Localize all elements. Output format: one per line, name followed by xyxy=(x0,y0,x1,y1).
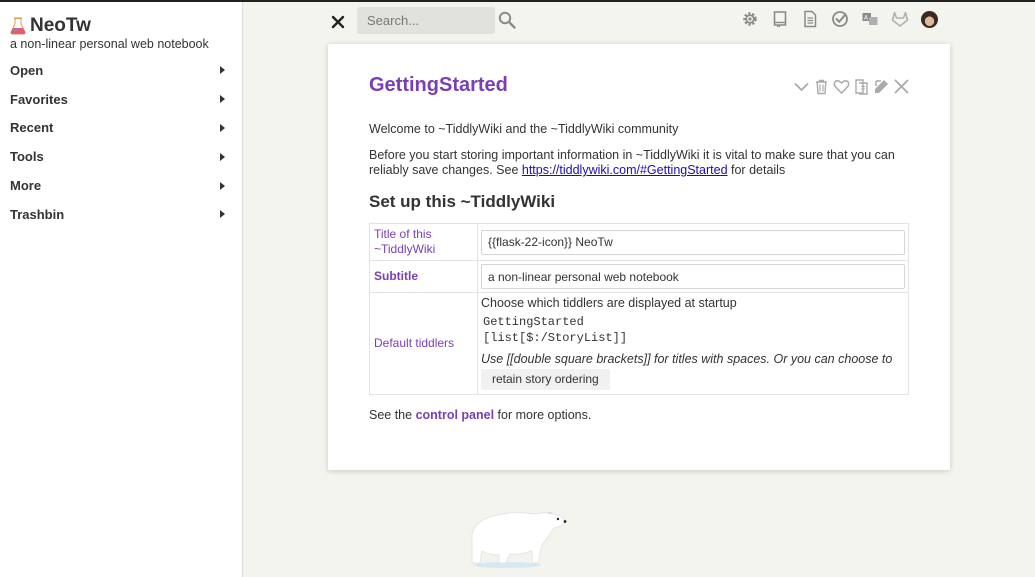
table-row: Default tiddlers Choose which tiddlers a… xyxy=(369,292,909,395)
default-tiddler-line[interactable]: [list[$:/StoryList]] xyxy=(481,330,905,346)
caret-right-icon xyxy=(220,152,225,161)
control-panel-link[interactable]: control panel xyxy=(416,408,494,422)
app-title: NeoTw xyxy=(30,15,91,36)
title-label: Title of this ~TiddlyWiki xyxy=(369,223,478,261)
sidebar-item-label: Open xyxy=(10,62,44,78)
default-tiddlers-label: Default tiddlers xyxy=(369,292,478,395)
subtitle-cell xyxy=(477,260,909,293)
default-tiddlers-description: Choose which tiddlers are displayed at s… xyxy=(481,296,737,310)
app-subtitle: a non-linear personal web notebook xyxy=(10,37,209,51)
language-icon[interactable]: A xyxy=(861,10,879,28)
delete-trash-icon[interactable] xyxy=(813,78,830,95)
sidebar-item-open[interactable]: Open xyxy=(0,56,243,85)
caret-right-icon xyxy=(220,123,225,132)
settings-table: Title of this ~TiddlyWiki Subtitle Defau… xyxy=(369,223,909,395)
check-circle-icon[interactable] xyxy=(831,10,849,28)
sidebar-item-label: More xyxy=(10,178,42,194)
default-tiddlers-cell: Choose which tiddlers are displayed at s… xyxy=(477,292,909,395)
sidebar-item-label: Tools xyxy=(10,149,44,165)
footer-text: See the control panel for more options. xyxy=(369,408,909,423)
intro-text: Before you start storing important infor… xyxy=(369,148,909,178)
sidebar-item-recent[interactable]: Recent xyxy=(0,114,243,143)
git-icon[interactable] xyxy=(891,10,909,28)
caret-right-icon xyxy=(220,210,225,219)
caret-right-icon xyxy=(220,66,225,75)
sidebar-item-label: Recent xyxy=(10,120,54,136)
intro-after: for details xyxy=(727,163,786,177)
favorite-heart-icon[interactable] xyxy=(833,78,850,95)
sidebar-item-trashbin[interactable]: Trashbin xyxy=(0,200,243,229)
site-title-field[interactable] xyxy=(481,229,905,255)
sidebar-nav: Open Favorites Recent Tools More Trashbi… xyxy=(0,56,243,229)
sidebar-item-more[interactable]: More xyxy=(0,171,243,200)
sidebar-item-tools[interactable]: Tools xyxy=(0,142,243,171)
edit-pencil-icon[interactable] xyxy=(873,78,890,95)
getting-started-link[interactable]: https://tiddlywiki.com/#GettingStarted xyxy=(522,163,728,177)
flask-icon xyxy=(10,17,26,35)
new-tiddler-icon[interactable] xyxy=(801,10,819,28)
sidebar-item-label: Trashbin xyxy=(10,206,65,222)
avatar[interactable] xyxy=(921,11,938,28)
search-input[interactable] xyxy=(357,7,495,34)
table-row: Title of this ~TiddlyWiki xyxy=(369,223,909,261)
default-tiddlers-hint: Use [[double square brackets]] for title… xyxy=(481,352,893,366)
tiddler-title: GettingStarted xyxy=(369,74,508,96)
sidebar-item-label: Favorites xyxy=(10,91,68,107)
brand: NeoTw xyxy=(10,15,91,37)
caret-right-icon xyxy=(220,95,225,104)
title-cell xyxy=(477,223,909,261)
sidebar-item-favorites[interactable]: Favorites xyxy=(0,85,243,114)
retain-story-ordering-button[interactable]: retain story ordering xyxy=(481,369,610,390)
close-all-icon[interactable] xyxy=(328,12,348,32)
bookmark-book-icon[interactable] xyxy=(771,10,789,28)
tiddler-controls xyxy=(793,78,910,95)
tiddler-body: Welcome to ~TiddlyWiki and the ~TiddlyWi… xyxy=(369,122,909,423)
default-tiddler-line[interactable]: GettingStarted xyxy=(481,314,905,330)
welcome-text: Welcome to ~TiddlyWiki and the ~TiddlyWi… xyxy=(369,122,679,136)
site-subtitle-field[interactable] xyxy=(481,264,905,289)
footer-before: See the xyxy=(369,408,416,422)
polar-bear-illustration xyxy=(471,512,567,568)
sidebar: NeoTw a non-linear personal web notebook… xyxy=(0,2,243,577)
close-tiddler-icon[interactable] xyxy=(893,78,910,95)
subtitle-label: Subtitle xyxy=(369,260,478,293)
footer-after: for more options. xyxy=(494,408,592,422)
caret-right-icon xyxy=(220,181,225,190)
tiddler-card: GettingStarted Welcome to ~TiddlyWiki an… xyxy=(328,44,950,470)
gear-icon[interactable] xyxy=(741,10,759,28)
fold-chevron-icon[interactable] xyxy=(793,78,810,95)
copy-clone-icon[interactable] xyxy=(853,78,870,95)
search-icon[interactable] xyxy=(498,11,516,29)
setup-heading: Set up this ~TiddlyWiki xyxy=(369,192,556,211)
table-row: Subtitle xyxy=(369,260,909,293)
